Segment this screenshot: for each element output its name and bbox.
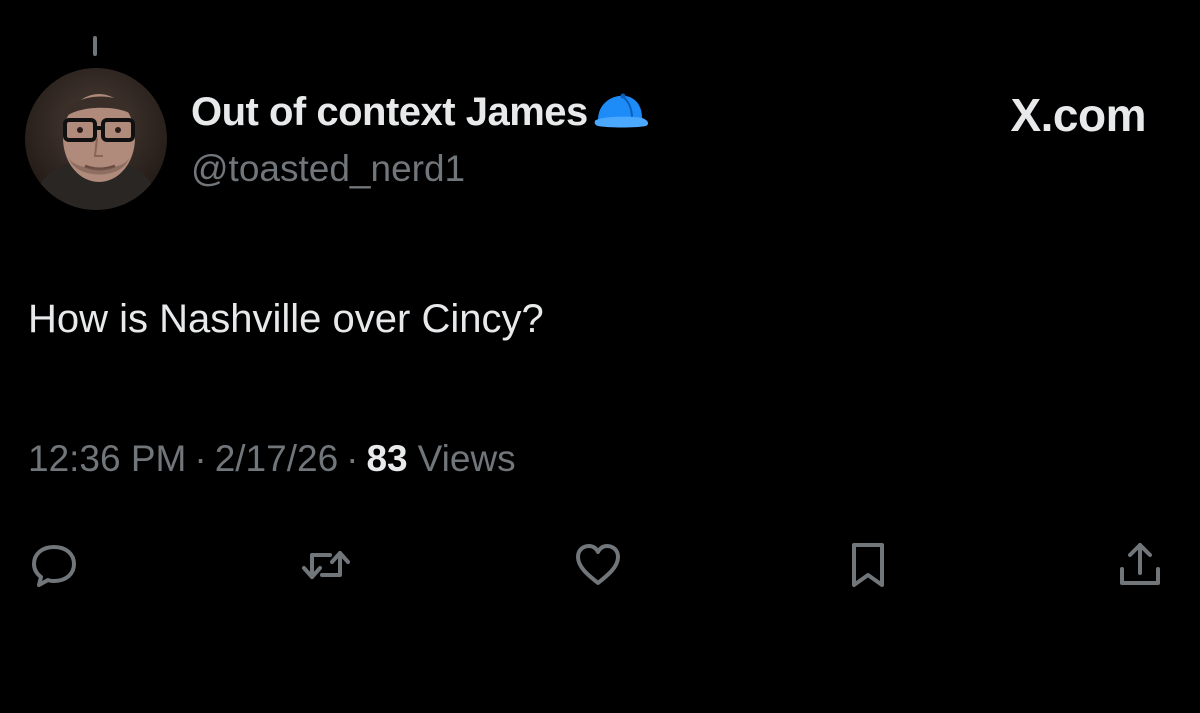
- retweet-button[interactable]: [296, 535, 356, 595]
- like-button[interactable]: [568, 535, 628, 595]
- share-icon: [1120, 543, 1160, 585]
- brand-label: X.com: [1010, 89, 1146, 141]
- tweet-text: How is Nashville over Cincy?: [28, 297, 544, 341]
- tweet-screenshot: Out of context James @toasted_nerd1 X.co…: [0, 0, 1200, 713]
- display-name[interactable]: Out of context James: [191, 90, 588, 135]
- author-name-row[interactable]: Out of context James: [191, 88, 652, 136]
- bookmark-icon: [852, 543, 884, 587]
- thread-line: [93, 36, 97, 56]
- blue-cap-icon: [594, 93, 648, 128]
- action-bar: [0, 535, 1200, 595]
- tweet-date[interactable]: 2/17/26: [215, 438, 338, 480]
- avatar[interactable]: [25, 68, 167, 210]
- views-label: Views: [417, 438, 516, 479]
- views-count: 83: [366, 438, 408, 479]
- share-button[interactable]: [1110, 535, 1170, 595]
- tweet-meta: 12:36 PM · 2/17/26 · 83 Views: [28, 438, 516, 480]
- retweet-icon: [302, 551, 350, 579]
- like-icon: [576, 544, 620, 585]
- tweet-time[interactable]: 12:36 PM: [28, 438, 186, 480]
- reply-icon: [32, 545, 76, 587]
- meta-separator: ·: [194, 438, 207, 479]
- reply-button[interactable]: [24, 535, 84, 595]
- bookmark-button[interactable]: [838, 535, 898, 595]
- author-handle[interactable]: @toasted_nerd1: [191, 148, 465, 190]
- meta-separator: ·: [346, 438, 359, 479]
